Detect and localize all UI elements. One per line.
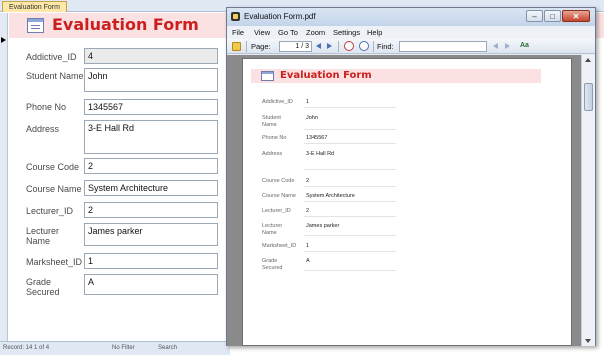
page-number-input[interactable]: 1 / 3: [279, 41, 312, 52]
scroll-down-icon[interactable]: [585, 339, 591, 343]
field-grade-secured[interactable]: A: [84, 274, 218, 295]
toolbar-separator: [338, 41, 339, 52]
scroll-up-icon[interactable]: [585, 58, 591, 62]
label-course-name: Course Name: [26, 184, 82, 194]
page-label: Page:: [251, 42, 271, 51]
field-addictive-id[interactable]: 4: [84, 48, 218, 64]
menu-go-to[interactable]: Go To: [278, 28, 298, 37]
folder-icon[interactable]: [232, 42, 241, 51]
match-case-icon[interactable]: Aa: [520, 42, 529, 49]
pdf-label-student-name: Student Name: [262, 115, 281, 128]
pdf-label-phone-no: Phone No: [262, 135, 287, 141]
menu-file[interactable]: File: [232, 28, 244, 37]
pdf-value-grade-secured: A: [304, 257, 396, 271]
pdf-value-addictive-id: 1: [304, 98, 396, 108]
pdf-value-student-name: John: [304, 114, 396, 130]
find-prev-icon[interactable]: [493, 43, 498, 49]
field-course-name[interactable]: System Architecture: [84, 180, 218, 196]
label-marksheet-id: Marksheet_ID: [26, 257, 83, 267]
menu-settings[interactable]: Settings: [333, 28, 360, 37]
pdf-page: Evaluation Form Addictive_ID 1 Student N…: [242, 58, 572, 346]
pdf-value-lecturer-id: 2: [304, 207, 396, 217]
tab-evaluation-form[interactable]: Evaluation Form: [2, 1, 67, 12]
next-page-icon[interactable]: [327, 43, 332, 49]
pdf-label-course-code: Course Code: [262, 178, 295, 184]
find-next-icon[interactable]: [505, 43, 510, 49]
field-phone-no[interactable]: 1345567: [84, 99, 218, 115]
menu-zoom[interactable]: Zoom: [306, 28, 325, 37]
field-marksheet-id[interactable]: 1: [84, 253, 218, 269]
pdf-form-header: Evaluation Form: [251, 69, 541, 83]
search-box[interactable]: Search: [158, 342, 177, 355]
minimize-icon[interactable]: –: [526, 10, 543, 22]
menu-help[interactable]: Help: [367, 28, 382, 37]
pdf-value-course-code: 2: [304, 177, 396, 187]
find-label: Find:: [377, 42, 394, 51]
toolbar-separator: [246, 41, 247, 52]
pdf-value-lecturer-name: James parker: [304, 222, 396, 236]
field-course-code[interactable]: 2: [84, 158, 218, 174]
label-address: Address: [26, 124, 60, 134]
field-lecturer-name[interactable]: James parker: [84, 223, 218, 246]
pdf-value-phone-no: 1345567: [304, 134, 396, 144]
pdf-label-grade-secured: Grade Secured: [262, 258, 283, 271]
maximize-icon[interactable]: □: [544, 10, 561, 22]
pdf-title-bar[interactable]: Evaluation Form.pdf – □ ✕: [227, 8, 595, 26]
pdf-label-address: Address: [262, 151, 283, 157]
form-icon: [261, 71, 274, 81]
zoom-out-icon[interactable]: [344, 41, 354, 51]
label-student-name: Student Name: [26, 71, 84, 81]
pdf-value-address: 3-E Hall Rd: [304, 150, 396, 170]
pdf-toolbar: Page: 1 / 3 Find: Aa: [227, 39, 595, 54]
field-address[interactable]: 3-E Hall Rd: [84, 120, 218, 154]
field-student-name[interactable]: John: [84, 68, 218, 92]
label-course-code: Course Code: [26, 162, 80, 172]
filter-status[interactable]: No Filter: [112, 342, 135, 355]
label-lecturer-id: Lecturer_ID: [26, 206, 74, 216]
label-lecturer-name: Lecturer Name: [26, 226, 60, 246]
field-lecturer-id[interactable]: 2: [84, 202, 218, 218]
pdf-app-icon: [231, 12, 240, 21]
pdf-menu-bar: File View Go To Zoom Settings Help: [227, 26, 595, 39]
pdf-label-lecturer-id: Lecturer_ID: [262, 208, 291, 214]
pdf-document-area[interactable]: Evaluation Form Addictive_ID 1 Student N…: [227, 55, 581, 346]
prev-page-icon[interactable]: [316, 43, 321, 49]
pdf-value-course-name: System Architecture: [304, 192, 396, 202]
label-addictive-id: Addictive_ID: [26, 52, 77, 62]
pdf-label-addictive-id: Addictive_ID: [262, 99, 293, 105]
find-input[interactable]: [399, 41, 487, 52]
scroll-thumb[interactable]: [584, 83, 593, 111]
current-record-arrow-icon: [1, 37, 6, 43]
pdf-label-course-name: Course Name: [262, 193, 296, 199]
record-navigation-bar: Record: 14 1 of 4 No Filter Search: [0, 341, 230, 355]
toolbar-separator: [373, 41, 374, 52]
pdf-value-marksheet-id: 1: [304, 242, 396, 252]
menu-view[interactable]: View: [254, 28, 270, 37]
pdf-label-marksheet-id: Marksheet_ID: [262, 243, 297, 249]
pdf-label-lecturer-name: Lecturer Name: [262, 223, 283, 236]
form-icon: [27, 18, 44, 33]
zoom-in-icon[interactable]: [359, 41, 369, 51]
record-selector[interactable]: [0, 13, 8, 341]
pdf-form-title: Evaluation Form: [280, 70, 372, 81]
label-phone-no: Phone No: [26, 102, 67, 112]
close-icon[interactable]: ✕: [562, 10, 590, 22]
label-grade-secured: Grade Secured: [26, 277, 60, 297]
record-counter[interactable]: Record: 14 1 of 4: [3, 342, 49, 355]
pdf-vertical-scrollbar[interactable]: [581, 55, 595, 346]
form-title: Evaluation Form: [52, 15, 199, 34]
pdf-viewer-window: Evaluation Form.pdf – □ ✕ File View Go T…: [226, 7, 596, 346]
pdf-window-title: Evaluation Form.pdf: [244, 12, 316, 21]
